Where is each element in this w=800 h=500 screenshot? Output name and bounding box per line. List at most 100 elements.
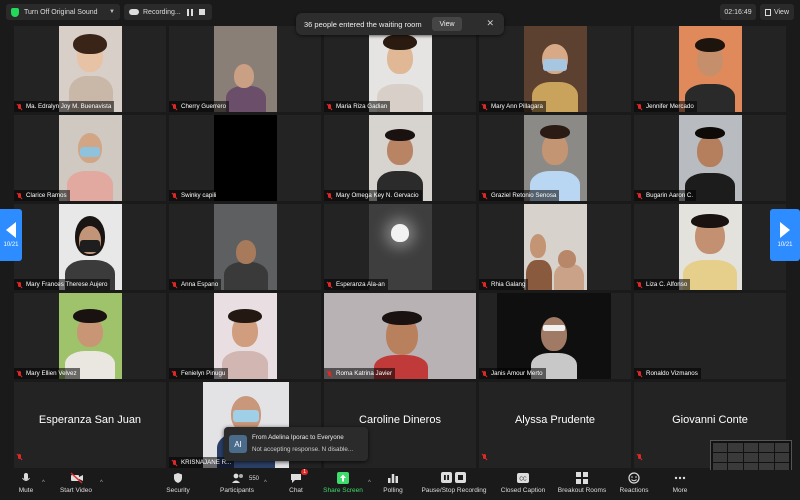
original-sound-toggle[interactable]: Turn Off Original Sound ▼	[6, 4, 120, 20]
participant-tile[interactable]: Esperanza San Juan	[14, 382, 166, 468]
gallery-grid: Ma. Edralyn Joy M. Buenavista Cherry Gue…	[14, 26, 786, 469]
participant-mic-status	[17, 447, 26, 465]
grid-view-icon	[765, 8, 771, 16]
participant-tile[interactable]: Ma. Edralyn Joy M. Buenavista	[14, 26, 166, 112]
waiting-room-view-button[interactable]: View	[432, 17, 462, 31]
participant-video	[324, 293, 476, 379]
mic-muted-icon	[637, 454, 642, 460]
timer-text: 02:16:49	[724, 8, 752, 16]
arrow-right-icon	[780, 222, 790, 238]
participant-tile[interactable]: Roma Katrina Javier	[324, 293, 476, 379]
participant-tile[interactable]: Liza C. Alfonso	[634, 204, 786, 290]
participants-options-caret[interactable]: ^	[264, 480, 267, 486]
participant-tile[interactable]: Janis Amour Merto	[479, 293, 631, 379]
polling-button[interactable]: Polling	[378, 472, 408, 494]
stop-recording-icon[interactable]	[198, 9, 205, 15]
participant-video	[214, 115, 277, 201]
mic-muted-icon	[327, 103, 332, 110]
chat-message-text: Not accepting response. N disable...	[252, 446, 354, 453]
participant-video	[679, 204, 742, 290]
next-page-button[interactable]: 10/21	[770, 209, 800, 261]
more-button[interactable]: More	[666, 472, 694, 494]
previous-page-button[interactable]: 10/21	[0, 209, 22, 261]
participant-video	[214, 204, 277, 290]
mic-muted-icon	[17, 281, 22, 288]
participant-tile[interactable]: Mary Ellien Velvez	[14, 293, 166, 379]
shield-icon	[172, 472, 184, 484]
pause-stop-icon	[441, 472, 467, 484]
waiting-room-text: 36 people entered the waiting room	[304, 19, 422, 29]
mic-muted-icon	[637, 281, 642, 288]
participant-video	[369, 204, 432, 290]
cloud-icon	[129, 9, 139, 15]
mic-muted-icon	[17, 192, 22, 199]
more-dots-icon	[674, 472, 686, 484]
view-button[interactable]: View	[760, 4, 794, 20]
video-options-caret[interactable]: ^	[100, 480, 103, 486]
start-video-button[interactable]: Start Video	[54, 472, 98, 494]
participant-tile[interactable]: Mary Omega Key N. Gervacio	[324, 115, 476, 201]
participant-tile[interactable]: Cherry Guerrero	[169, 26, 321, 112]
participant-name: Cherry Guerrero	[169, 101, 230, 112]
participant-tile[interactable]: Clarice Ramos	[14, 115, 166, 201]
participant-tile[interactable]: Jennifer Mercado	[634, 26, 786, 112]
participant-video	[59, 26, 122, 112]
pause-recording-icon[interactable]	[186, 8, 193, 16]
participant-name: Clarice Ramos	[14, 190, 70, 201]
svg-text:CC: CC	[519, 477, 527, 483]
mic-muted-icon	[637, 370, 642, 377]
video-off-icon	[70, 472, 83, 484]
participant-tile[interactable]: Graziel Retonio Senosa	[479, 115, 631, 201]
breakout-rooms-button[interactable]: Breakout Rooms	[554, 472, 610, 494]
participant-tile[interactable]: Rhia Galang	[479, 204, 631, 290]
chat-message-popup[interactable]: AI From Adelina Iporac to Everyone Not a…	[224, 427, 368, 461]
participant-name: Ma. Edralyn Joy M. Buenavista	[14, 101, 115, 112]
closed-caption-button[interactable]: CC Closed Caption	[496, 472, 550, 494]
participant-tile[interactable]: Esperanza Ala-an	[324, 204, 476, 290]
participant-tile[interactable]: Anna Espano	[169, 204, 321, 290]
shield-icon	[11, 7, 19, 17]
participant-tile[interactable]: Maria Riza Gadian	[324, 26, 476, 112]
participant-name: Fenielyn Pinugu	[169, 368, 229, 379]
pause-stop-recording-button[interactable]: Pause/Stop Recording	[418, 472, 490, 494]
breakout-rooms-icon	[576, 472, 588, 484]
page-indicator-left: 10/21	[3, 242, 19, 248]
participant-tile[interactable]: Bugarin Aaron C.	[634, 115, 786, 201]
participant-tile[interactable]: Ronaldo Vizmanos	[634, 293, 786, 379]
bar-chart-icon	[387, 472, 399, 484]
chat-sender: From Adelina Iporac to Everyone	[252, 434, 344, 441]
participant-video	[524, 204, 587, 290]
share-options-caret[interactable]: ^	[368, 480, 371, 486]
participant-video	[679, 115, 742, 201]
view-label: View	[773, 8, 789, 16]
participant-name: Esperanza Ala-an	[324, 279, 388, 290]
share-screen-icon	[337, 472, 349, 484]
participant-tile[interactable]: Alyssa Prudente	[479, 382, 631, 468]
share-screen-button[interactable]: Share Screen	[320, 472, 366, 494]
chat-icon: 1	[290, 469, 308, 484]
participant-name: Mary Frances Therese Aujero	[14, 279, 111, 290]
mic-muted-icon	[482, 103, 487, 110]
participants-button[interactable]: 550 Participants	[214, 472, 260, 494]
mute-button[interactable]: Mute	[12, 472, 40, 494]
chat-badge: 1	[301, 469, 308, 475]
chevron-down-icon[interactable]: ▼	[109, 9, 115, 15]
participant-tile[interactable]: Mary Ann Pillagara	[479, 26, 631, 112]
participant-video	[524, 115, 587, 201]
mic-muted-icon	[327, 192, 332, 199]
participant-tile[interactable]: Swinky capili	[169, 115, 321, 201]
close-icon[interactable]: ✕	[486, 18, 494, 29]
security-button[interactable]: Security	[160, 472, 196, 494]
waiting-room-notification: 36 people entered the waiting room View …	[296, 13, 504, 35]
participant-video	[524, 26, 587, 112]
reactions-button[interactable]: Reactions	[616, 472, 652, 494]
participant-name: Anna Espano	[169, 279, 222, 290]
mic-muted-icon	[482, 454, 487, 460]
participant-tile[interactable]: Fenielyn Pinugu	[169, 293, 321, 379]
participant-tile[interactable]: Mary Frances Therese Aujero	[14, 204, 166, 290]
mic-muted-icon	[172, 103, 177, 110]
mute-options-caret[interactable]: ^	[42, 480, 45, 486]
page-indicator-right: 10/21	[777, 242, 793, 248]
chat-button[interactable]: 1 Chat	[284, 469, 308, 494]
original-sound-label: Turn Off Original Sound	[24, 8, 98, 16]
